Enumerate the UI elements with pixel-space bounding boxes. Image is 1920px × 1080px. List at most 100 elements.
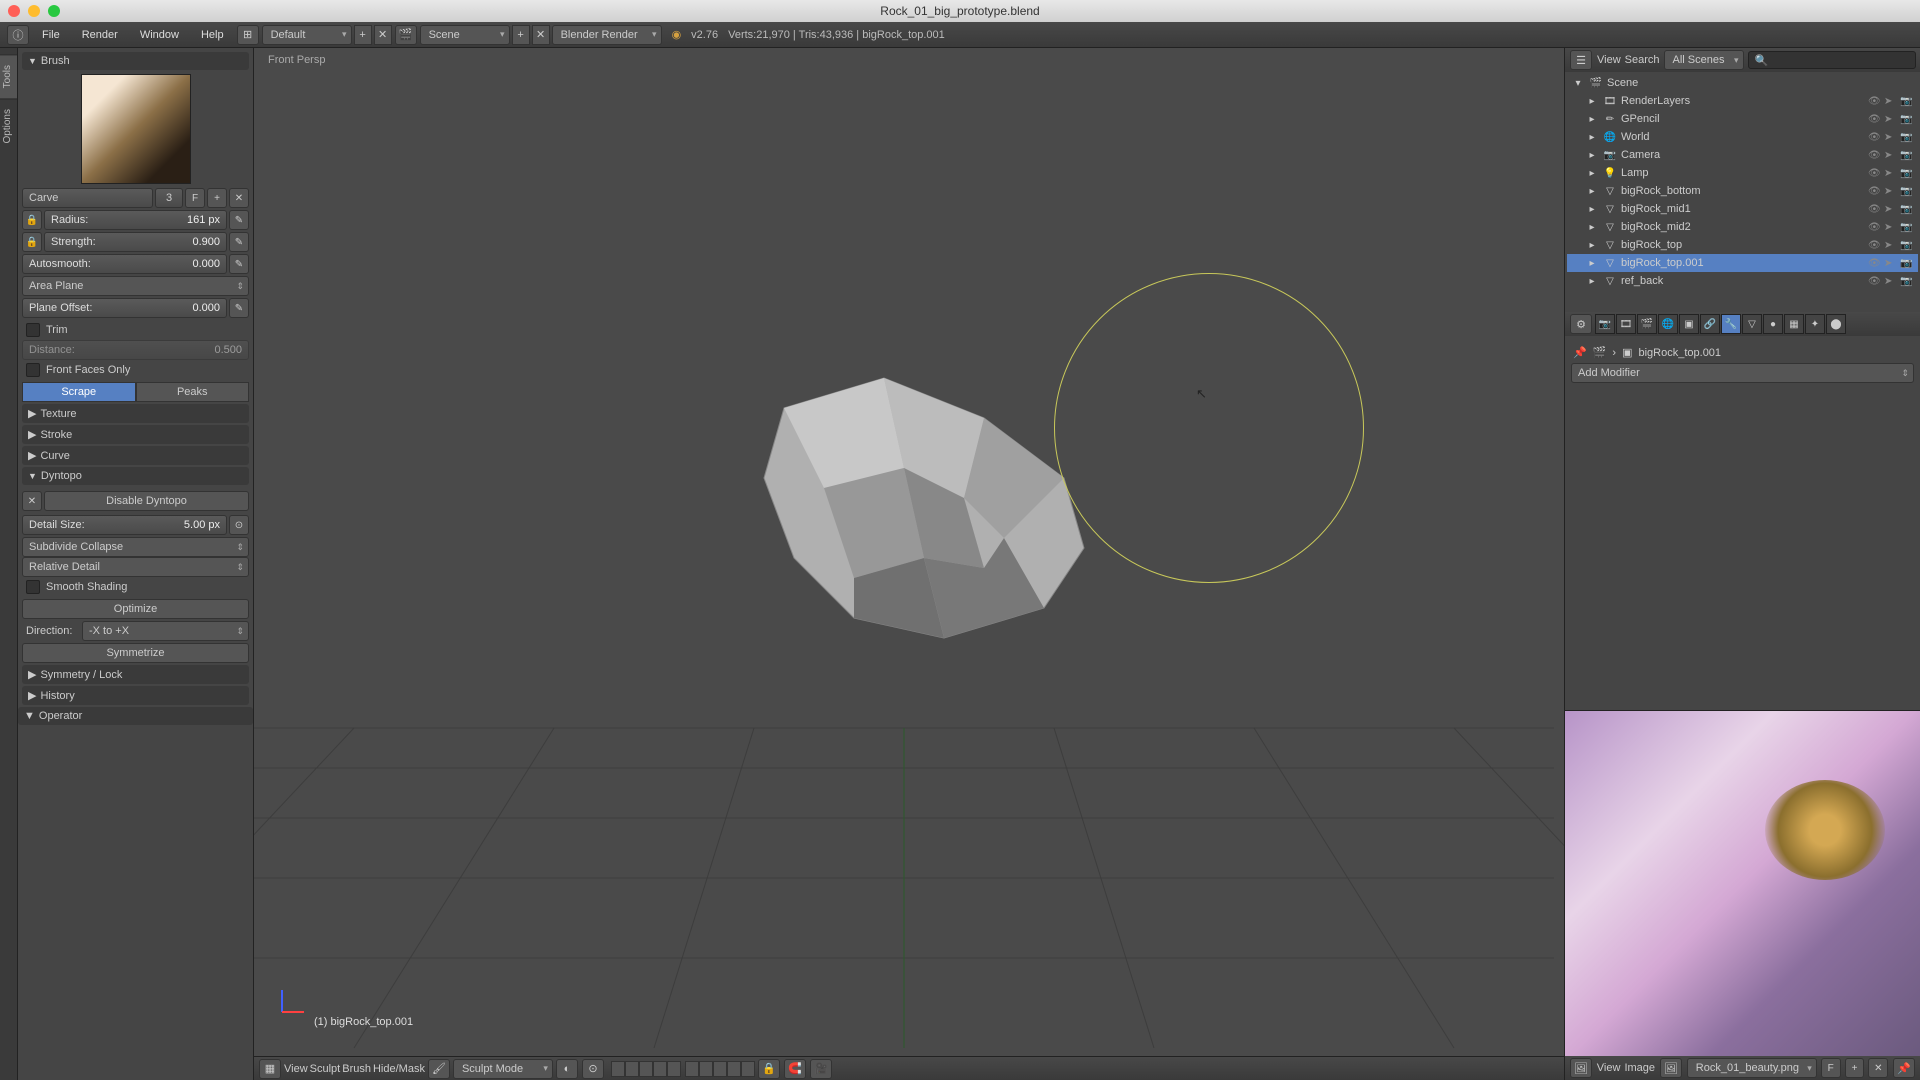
snap-icon[interactable]: 🧲	[784, 1059, 806, 1079]
tab-constraints-icon[interactable]: 🔗	[1700, 314, 1720, 334]
render-engine-dropdown[interactable]: Blender Render	[552, 25, 662, 45]
menu-window[interactable]: Window	[130, 25, 189, 45]
smooth-shading-checkbox[interactable]: Smooth Shading	[22, 577, 249, 597]
tab-render-icon[interactable]: 📷	[1595, 314, 1615, 334]
outliner-item[interactable]: ▸📷Camera👁➤📷	[1567, 146, 1918, 164]
outliner-view-menu[interactable]: View	[1597, 54, 1621, 66]
lock-strength-icon[interactable]: 🔒	[22, 232, 42, 252]
add-layout-button[interactable]: +	[354, 25, 372, 45]
menu-file[interactable]: File	[32, 25, 70, 45]
scene-dropdown[interactable]: Scene	[420, 25, 510, 45]
view-menu[interactable]: View	[284, 1063, 308, 1075]
reference-image[interactable]	[1565, 711, 1920, 1056]
pivot-icon[interactable]: ⊙	[582, 1059, 604, 1079]
editor-type-icon[interactable]: ⓘ	[7, 25, 29, 45]
symmetry-panel[interactable]: ▶Symmetry / Lock	[22, 665, 249, 684]
layer-buttons[interactable]	[611, 1061, 755, 1077]
unlink-brush-button[interactable]: ✕	[229, 188, 249, 208]
image-add-button[interactable]: +	[1845, 1058, 1865, 1078]
brush-preview[interactable]	[81, 74, 191, 184]
symmetrize-direction-select[interactable]: -X to +X	[82, 621, 249, 641]
strength-field[interactable]: Strength:0.900	[44, 232, 227, 252]
detail-type-select[interactable]: Relative Detail	[22, 557, 249, 577]
image-pin-icon[interactable]: 📌	[1893, 1058, 1915, 1078]
scrape-toggle[interactable]: Scrape	[22, 382, 136, 402]
brush-name-field[interactable]: Carve	[22, 188, 153, 208]
render-preview-icon[interactable]: 🎥	[810, 1059, 832, 1079]
fake-user-button[interactable]: F	[185, 188, 205, 208]
zoom-window-button[interactable]	[48, 5, 60, 17]
tab-particles-icon[interactable]: ✦	[1805, 314, 1825, 334]
tab-object-icon[interactable]: ▣	[1679, 314, 1699, 334]
pressure-radius-icon[interactable]: ✎	[229, 210, 249, 230]
outliner-item[interactable]: ▸🌐World👁➤📷	[1567, 128, 1918, 146]
dyntopo-panel-header[interactable]: ▼Dyntopo	[22, 467, 249, 485]
close-window-button[interactable]	[8, 5, 20, 17]
view-editor-type-icon[interactable]: ▦	[259, 1059, 281, 1079]
pressure-autosmooth-icon[interactable]: ✎	[229, 254, 249, 274]
sculpt-menu[interactable]: Sculpt	[310, 1063, 341, 1075]
operator-panel[interactable]: ▼Operator	[18, 707, 253, 725]
dyntopo-x-button[interactable]: ✕	[22, 491, 42, 511]
outliner-item[interactable]: ▸▽bigRock_top.001👁➤📷	[1567, 254, 1918, 272]
tab-data-icon[interactable]: ▽	[1742, 314, 1762, 334]
brush-menu[interactable]: Brush	[342, 1063, 371, 1075]
detail-size-field[interactable]: Detail Size:5.00 px	[22, 515, 227, 535]
outliner-search-menu[interactable]: Search	[1625, 54, 1660, 66]
outliner-filter-dropdown[interactable]: All Scenes	[1664, 50, 1744, 70]
add-scene-button[interactable]: +	[512, 25, 530, 45]
radius-field[interactable]: Radius:161 px	[44, 210, 227, 230]
history-panel[interactable]: ▶History	[22, 686, 249, 705]
tab-renderlayers-icon[interactable]: 🎞	[1616, 314, 1636, 334]
image-browse-icon[interactable]: 🖼	[1660, 1058, 1682, 1078]
mode-dropdown[interactable]: Sculpt Mode	[453, 1059, 553, 1079]
optimize-button[interactable]: Optimize	[22, 599, 249, 619]
image-unlink-button[interactable]: ✕	[1868, 1058, 1888, 1078]
outliner-item[interactable]: ▸✏GPencil👁➤📷	[1567, 110, 1918, 128]
3d-viewport[interactable]: Front Persp	[254, 48, 1564, 1056]
hidemask-menu[interactable]: Hide/Mask	[373, 1063, 425, 1075]
outliner-editor-icon[interactable]: ☰	[1570, 50, 1592, 70]
outliner-search-input[interactable]: 🔍	[1748, 51, 1916, 69]
detail-size-extra-icon[interactable]: ⊙	[229, 515, 249, 535]
disable-dyntopo-button[interactable]: Disable Dyntopo	[44, 491, 249, 511]
outliner-item[interactable]: ▸▽ref_back👁➤📷	[1567, 272, 1918, 290]
outliner-item[interactable]: ▸▽bigRock_mid2👁➤📷	[1567, 218, 1918, 236]
outliner-tree[interactable]: ▾🎬Scene ▸🎞RenderLayers👁➤📷▸✏GPencil👁➤📷▸🌐W…	[1565, 72, 1920, 312]
tab-tools[interactable]: Tools	[0, 54, 17, 98]
tab-world-icon[interactable]: 🌐	[1658, 314, 1678, 334]
lock-camera-icon[interactable]: 🔒	[758, 1059, 780, 1079]
add-modifier-dropdown[interactable]: Add Modifier	[1571, 363, 1914, 383]
tab-modifiers-icon[interactable]: 🔧	[1721, 314, 1741, 334]
outliner-item[interactable]: ▸▽bigRock_bottom👁➤📷	[1567, 182, 1918, 200]
tab-texture-icon[interactable]: ▦	[1784, 314, 1804, 334]
menu-render[interactable]: Render	[72, 25, 128, 45]
subdivide-method-select[interactable]: Subdivide Collapse	[22, 537, 249, 557]
image-view-menu[interactable]: View	[1597, 1062, 1621, 1074]
plane-offset-field[interactable]: Plane Offset:0.000	[22, 298, 227, 318]
properties-editor-icon[interactable]: ⚙	[1570, 314, 1592, 334]
menu-help[interactable]: Help	[191, 25, 234, 45]
pin-icon[interactable]: 📌	[1573, 346, 1587, 359]
delete-scene-button[interactable]: ✕	[532, 25, 550, 45]
outliner-item[interactable]: ▸▽bigRock_mid1👁➤📷	[1567, 200, 1918, 218]
trim-checkbox[interactable]: Trim	[22, 320, 249, 340]
image-fake-user-button[interactable]: F	[1821, 1058, 1841, 1078]
texture-panel[interactable]: ▶Texture	[22, 404, 249, 423]
screen-layout-dropdown[interactable]: Default	[262, 25, 352, 45]
lock-radius-icon[interactable]: 🔒	[22, 210, 42, 230]
image-image-menu[interactable]: Image	[1624, 1062, 1655, 1074]
brush-panel-header[interactable]: ▼Brush	[22, 52, 249, 70]
outliner-item[interactable]: ▸▽bigRock_top👁➤📷	[1567, 236, 1918, 254]
image-editor-type-icon[interactable]: 🖼	[1570, 1058, 1592, 1078]
minimize-window-button[interactable]	[28, 5, 40, 17]
delete-layout-button[interactable]: ✕	[374, 25, 392, 45]
tab-material-icon[interactable]: ●	[1763, 314, 1783, 334]
peaks-toggle[interactable]: Peaks	[136, 382, 250, 402]
scene-row[interactable]: ▾🎬Scene	[1567, 74, 1918, 92]
front-faces-checkbox[interactable]: Front Faces Only	[22, 360, 249, 380]
add-brush-button[interactable]: +	[207, 188, 227, 208]
pressure-strength-icon[interactable]: ✎	[229, 232, 249, 252]
shading-icon[interactable]: ◐	[556, 1059, 578, 1079]
tab-physics-icon[interactable]: ⬤	[1826, 314, 1846, 334]
